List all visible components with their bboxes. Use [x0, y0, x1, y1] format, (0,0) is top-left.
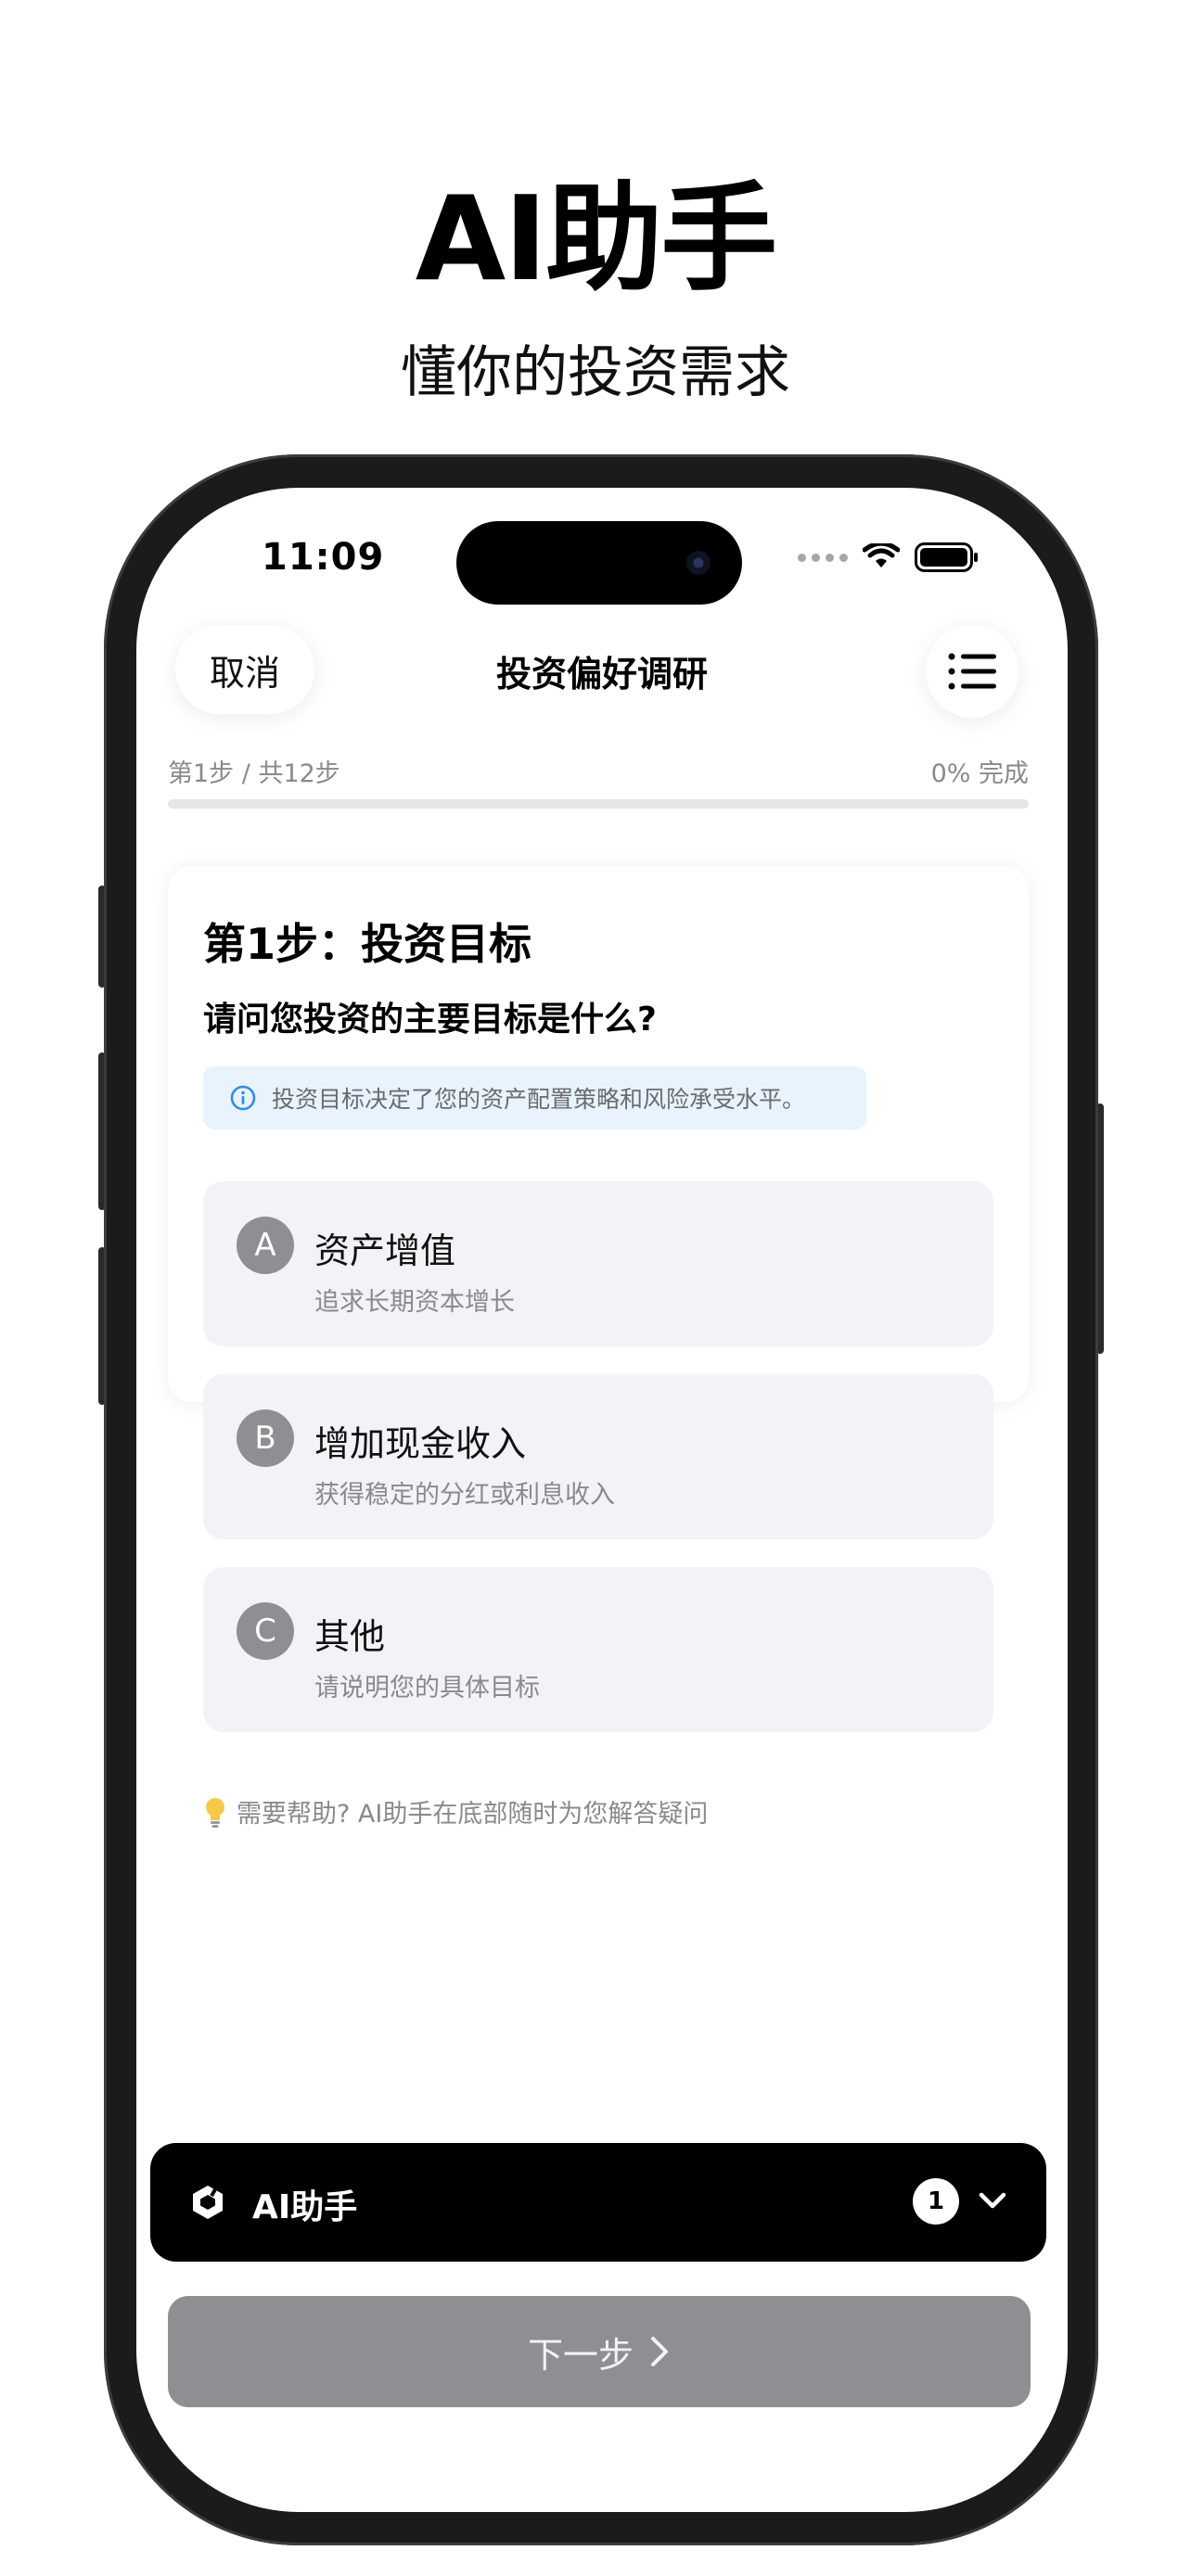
status-time: 11:09 — [262, 536, 385, 579]
option-title: 资产增值 — [314, 1231, 456, 1271]
cellular-signal-icon — [798, 553, 848, 562]
hero-title: AI助手 — [415, 171, 777, 307]
info-hint-text: 投资目标决定了您的资产配置策略和风险承受水平。 — [272, 1086, 806, 1113]
option-a[interactable]: A 资产增值 追求长期资本增长 — [203, 1181, 993, 1346]
info-icon — [229, 1084, 257, 1112]
info-hint: 投资目标决定了您的资产配置策略和风险承受水平。 — [203, 1066, 866, 1129]
ai-assistant-bar[interactable]: AI助手 1 — [150, 2143, 1046, 2262]
ai-assistant-label: AI助手 — [252, 2188, 358, 2226]
option-title: 其他 — [314, 1616, 386, 1657]
dynamic-island — [456, 521, 742, 605]
option-badge: C — [237, 1602, 294, 1660]
phone-screen: 11:09 取消 投资偏好调研 第1步 / 共12步 0% 完成 第1步：投资目… — [136, 488, 1068, 2512]
question-text: 请问您投资的主要目标是什么? — [203, 1001, 657, 1039]
help-hint: 需要帮助? AI助手在底部随时为您解答疑问 — [203, 1793, 708, 1830]
question-card: 第1步：投资目标 请问您投资的主要目标是什么? 投资目标决定了您的资产配置策略和… — [168, 866, 1029, 1829]
next-step-label: 下一步 — [527, 2334, 634, 2376]
status-icons — [798, 542, 980, 573]
option-badge: B — [237, 1409, 294, 1467]
option-title: 增加现金收入 — [314, 1423, 527, 1464]
wifi-icon — [863, 543, 900, 567]
camera-icon — [686, 551, 711, 575]
progress-bar — [168, 799, 1029, 809]
option-subtitle: 请说明您的具体目标 — [314, 1674, 540, 1702]
lightbulb-icon — [206, 1797, 224, 1828]
option-subtitle: 追求长期资本增长 — [314, 1288, 515, 1317]
ai-logo-icon — [193, 2185, 223, 2219]
progress-percent-label: 0% 完成 — [930, 759, 1029, 788]
list-icon — [948, 653, 996, 690]
option-subtitle: 获得稳定的分红或利息收入 — [314, 1481, 615, 1510]
ai-message-count-badge: 1 — [913, 2178, 959, 2225]
hero-subtitle: 懂你的投资需求 — [401, 340, 790, 405]
help-hint-text: 需要帮助? AI助手在底部随时为您解答疑问 — [237, 1800, 709, 1829]
option-badge: A — [237, 1217, 294, 1274]
chevron-down-icon[interactable] — [976, 2184, 1009, 2217]
progress-step-label: 第1步 / 共12步 — [168, 759, 340, 788]
question-step-title: 第1步：投资目标 — [203, 919, 532, 969]
chevron-right-icon — [651, 2337, 668, 2366]
option-b[interactable]: B 增加现金收入 获得稳定的分红或利息收入 — [203, 1374, 993, 1539]
menu-button[interactable] — [926, 625, 1018, 718]
next-step-button[interactable]: 下一步 — [168, 2296, 1031, 2407]
option-c[interactable]: C 其他 请说明您的具体目标 — [203, 1567, 993, 1732]
battery-icon — [915, 542, 978, 572]
